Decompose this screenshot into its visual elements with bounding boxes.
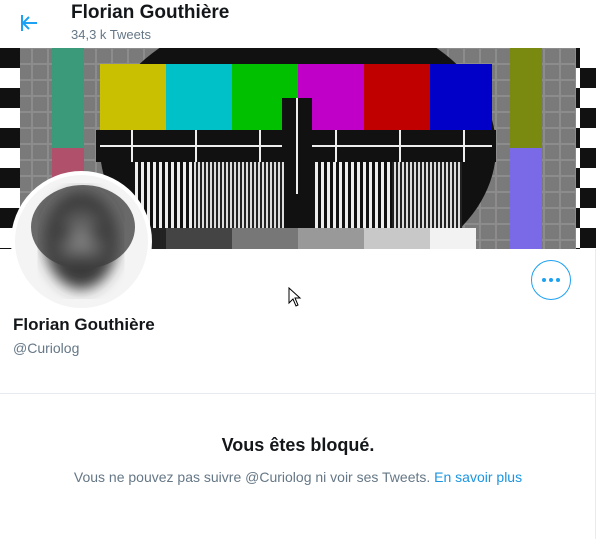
mouse-cursor-icon: [288, 287, 302, 307]
profile-name: Florian Gouthière: [13, 315, 155, 334]
avatar-image: [15, 175, 148, 308]
main-column: Florian Gouthière 34,3 k Tweets Florian …: [0, 0, 596, 539]
profile-page: Florian Gouthière 34,3 k Tweets Florian …: [0, 0, 612, 539]
tweet-count: 34,3 k Tweets: [71, 27, 151, 42]
more-options-button[interactable]: [531, 260, 571, 300]
blocked-title: Vous êtes bloqué.: [221, 435, 375, 455]
header-title: Florian Gouthière: [71, 2, 230, 23]
blocked-message-text: Vous ne pouvez pas suivre @Curiolog ni v…: [73, 469, 435, 485]
blocked-message: Vous ne pouvez pas suivre @Curiolog ni v…: [0, 469, 596, 485]
profile-header: Florian Gouthière 34,3 k Tweets: [0, 0, 596, 48]
back-button[interactable]: [12, 6, 46, 40]
profile-avatar[interactable]: [11, 171, 152, 312]
profile-handle: @Curiolog: [13, 340, 80, 356]
section-divider: [0, 393, 596, 394]
learn-more-link[interactable]: En savoir plus: [434, 469, 522, 485]
arrow-left-icon: [21, 15, 37, 31]
more-horizontal-icon: [542, 278, 560, 282]
